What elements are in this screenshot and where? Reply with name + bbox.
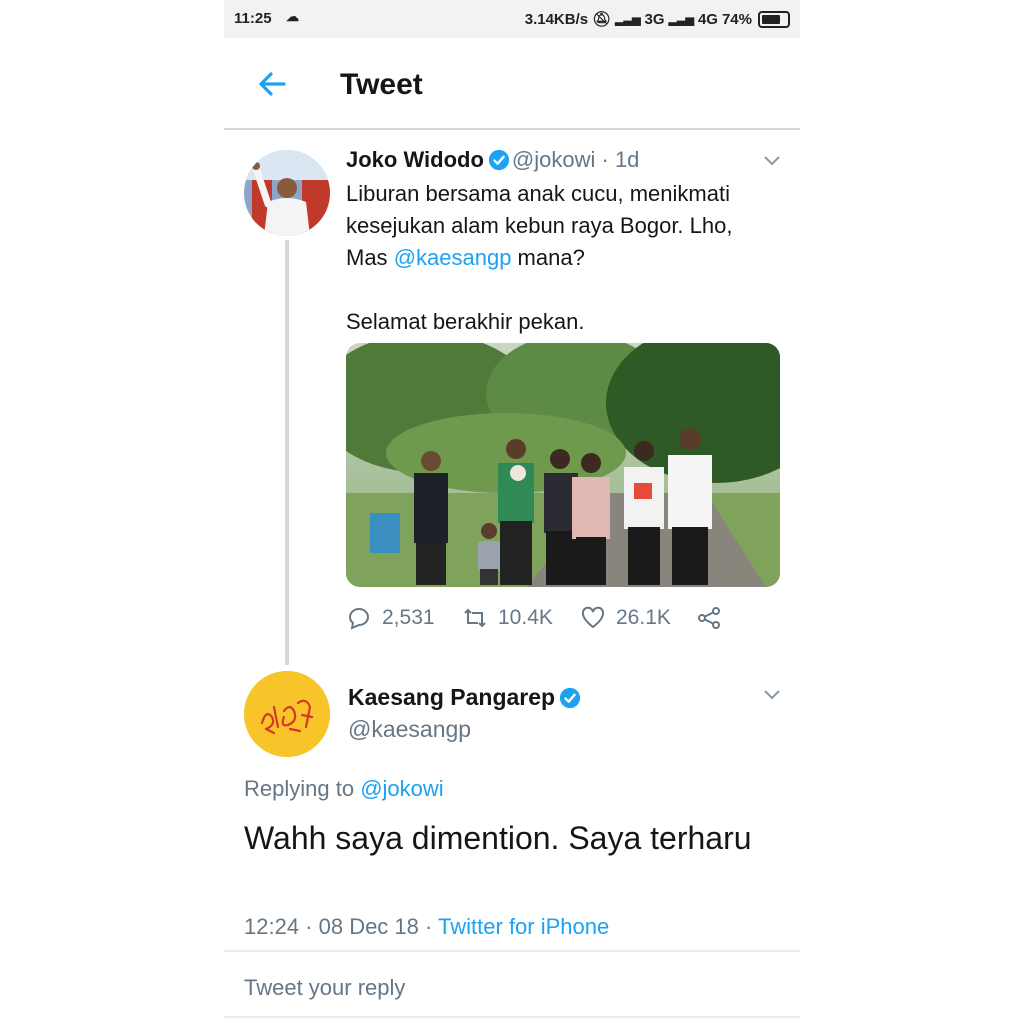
signal-icon: ▂▃▅ bbox=[615, 13, 641, 26]
avatar-joko-widodo[interactable] bbox=[244, 150, 330, 236]
reply-author-name[interactable]: Kaesang Pangarep bbox=[348, 684, 555, 710]
like-action[interactable]: 26.1K bbox=[580, 605, 671, 631]
tweet-photo[interactable] bbox=[346, 343, 780, 587]
dot-separator: · bbox=[595, 147, 615, 172]
reply-count: 2,531 bbox=[382, 606, 435, 629]
avatar-kaesang-pangarep[interactable] bbox=[244, 671, 330, 757]
replying-prefix: Replying to bbox=[244, 776, 361, 801]
tweet-line-4: Selamat berakhir pekan. bbox=[346, 309, 585, 334]
battery-icon bbox=[758, 10, 790, 28]
tweet-header: Joko Widodo @jokowi · 1d bbox=[346, 146, 786, 174]
status-bar: 11:25 ☁ 3.14KB/s 🔕︎ ▂▃▅ 3G ▂▃▅ 4G 74% bbox=[224, 0, 800, 38]
source-link[interactable]: Twitter for iPhone bbox=[438, 914, 609, 939]
battery-percent: 74% bbox=[721, 10, 752, 28]
phone-screen: 11:25 ☁ 3.14KB/s 🔕︎ ▂▃▅ 3G ▂▃▅ 4G 74% Tw… bbox=[224, 0, 800, 1024]
retweet-icon bbox=[464, 608, 486, 628]
original-tweet[interactable]: Joko Widodo @jokowi · 1d Liburan bersama … bbox=[346, 146, 786, 338]
share-action[interactable] bbox=[696, 605, 722, 631]
tweet-actions: 2,531 10.4K 26.1K bbox=[346, 605, 786, 637]
status-right: 3.14KB/s 🔕︎ ▂▃▅ 3G ▂▃▅ 4G 74% bbox=[525, 10, 790, 28]
chevron-down-icon[interactable] bbox=[760, 150, 784, 174]
like-count: 26.1K bbox=[616, 606, 671, 629]
author-name[interactable]: Joko Widodo bbox=[346, 147, 484, 172]
tweet-line-1: Liburan bersama anak cucu, menikmati bbox=[346, 181, 730, 206]
replying-to: Replying to @jokowi bbox=[244, 776, 444, 802]
like-icon bbox=[581, 606, 605, 629]
network-speed: 3.14KB/s bbox=[524, 10, 589, 28]
text-suffix: mana? bbox=[511, 245, 585, 270]
divider bbox=[224, 1016, 800, 1018]
thread-line bbox=[285, 240, 289, 665]
tweet-line-3: Mas @kaesangp mana? bbox=[346, 242, 786, 274]
author-handle[interactable]: @jokowi bbox=[512, 147, 595, 172]
retweet-count: 10.4K bbox=[498, 606, 553, 629]
reply-text: Wahh saya dimention. Saya terharu bbox=[244, 820, 752, 856]
reply-action[interactable]: 2,531 bbox=[346, 605, 435, 631]
status-time: 11:25 bbox=[234, 10, 272, 27]
retweet-action[interactable]: 10.4K bbox=[462, 605, 553, 631]
tweet-text: Liburan bersama anak cucu, menikmati kes… bbox=[346, 178, 786, 338]
page-title: Tweet bbox=[340, 68, 423, 101]
tweet-age: 1d bbox=[614, 147, 640, 172]
mute-icon: 🔕︎ bbox=[592, 11, 612, 28]
back-arrow-icon[interactable] bbox=[254, 66, 290, 102]
network-4g: 4G bbox=[697, 10, 718, 28]
reply-author-handle[interactable]: @kaesangp bbox=[348, 716, 471, 743]
mention-link[interactable]: @kaesangp bbox=[394, 245, 512, 270]
tweet-reply-input[interactable]: Tweet your reply bbox=[244, 968, 780, 1008]
reply-icon bbox=[348, 608, 369, 630]
verified-icon bbox=[488, 149, 509, 171]
app-bar: Tweet bbox=[224, 38, 800, 130]
chevron-down-icon[interactable] bbox=[760, 684, 784, 708]
replying-to-link[interactable]: @jokowi bbox=[360, 776, 443, 801]
cloud-icon: ☁ bbox=[286, 9, 299, 24]
verified-icon bbox=[560, 687, 581, 709]
text-prefix: Mas bbox=[346, 245, 394, 270]
reply-timestamp: 12:24 · 08 Dec 18 · bbox=[244, 914, 439, 939]
divider bbox=[224, 950, 800, 952]
share-icon bbox=[698, 607, 720, 629]
reply-author[interactable]: Kaesang Pangarep bbox=[348, 684, 583, 711]
tweet-line-2: kesejukan alam kebun raya Bogor. Lho, bbox=[346, 213, 733, 238]
reply-meta: 12:24 · 08 Dec 18 · Twitter for iPhone bbox=[244, 914, 609, 940]
signal-icon: ▂▃▅ bbox=[668, 13, 694, 26]
network-3g: 3G bbox=[644, 10, 665, 28]
